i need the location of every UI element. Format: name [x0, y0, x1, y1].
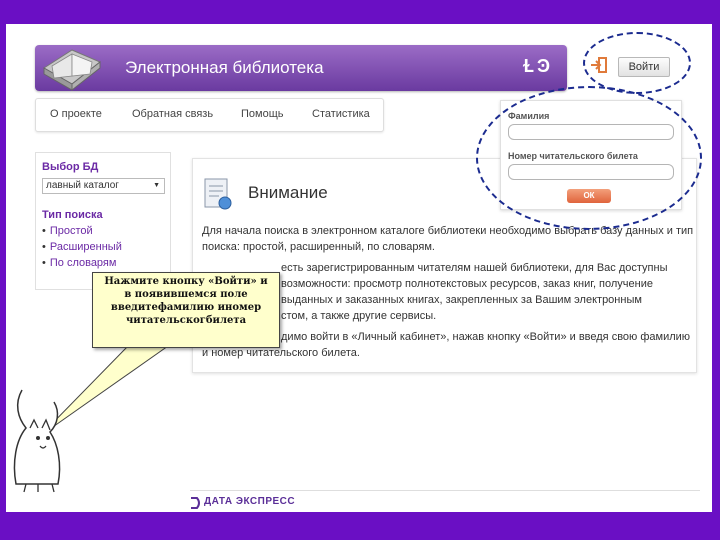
footer-logo: ДАТА ЭКСПРЕСС: [190, 495, 310, 513]
footer-logo-text: ДАТА ЭКСПРЕСС: [204, 496, 296, 507]
footer-logo-icon: [191, 497, 200, 509]
callout-box: Нажмите кнопку «Войти» и в появившемся п…: [92, 272, 280, 348]
callout-text: Нажмите кнопку «Войти» и в появившемся п…: [104, 276, 268, 326]
footer-divider: [190, 490, 700, 491]
cat-drawing-icon: [13, 389, 61, 493]
callout-pointer: [39, 345, 170, 437]
